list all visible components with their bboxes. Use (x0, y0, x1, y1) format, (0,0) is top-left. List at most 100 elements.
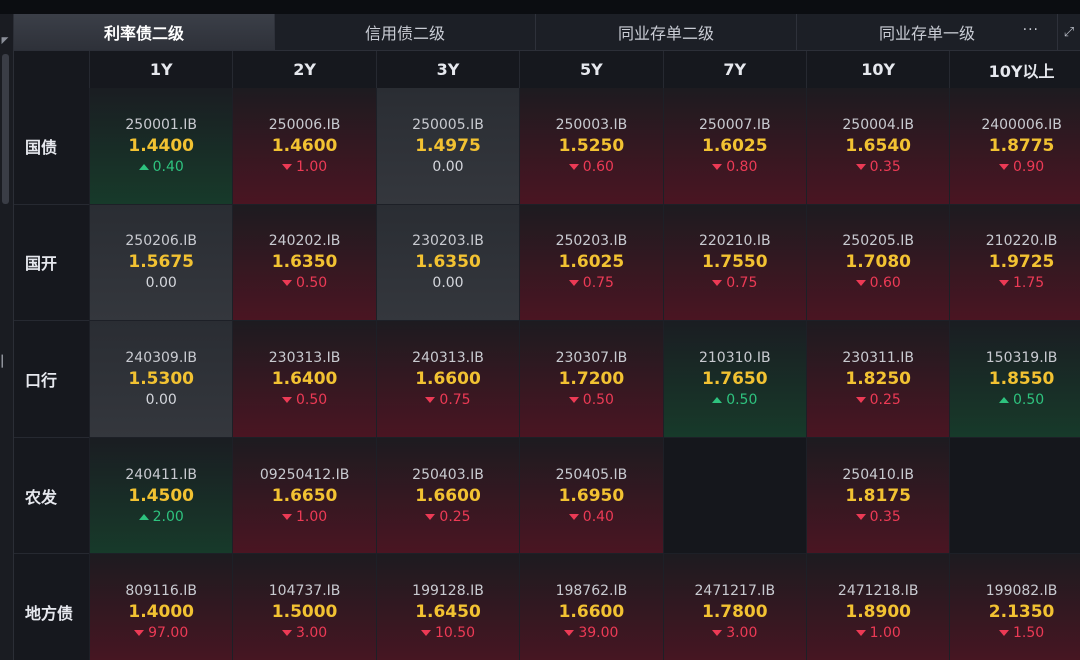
panel-handle-icon[interactable]: ▏ (0, 354, 12, 370)
change-value: 0.35 (855, 507, 901, 527)
change-text: 0.75 (582, 275, 614, 292)
quote-cell[interactable]: 230307.IB 1.7200 0.50 (519, 321, 663, 438)
bond-code: 230307.IB (555, 349, 628, 366)
quote-cell[interactable]: 210310.IB 1.7650 0.50 (662, 321, 806, 438)
change-text: 0.00 (432, 158, 464, 175)
yield-value: 1.4400 (128, 135, 194, 156)
quote-cell[interactable]: 250206.IB 1.5675 0.00 (89, 204, 233, 322)
empty-quote-cell (662, 437, 806, 555)
change-value: 0.25 (425, 507, 471, 527)
tab-ncd-primary[interactable]: 同业存单一级 ··· (797, 14, 1058, 50)
change-text: 0.60 (869, 275, 901, 292)
quote-cell[interactable]: 250001.IB 1.4400 0.40 (89, 88, 233, 205)
quote-cell[interactable]: 240202.IB 1.6350 0.50 (232, 204, 376, 322)
yield-value: 1.8900 (845, 602, 911, 623)
bond-type-label: 国开 (14, 204, 89, 322)
change-value: 3.00 (282, 623, 327, 643)
up-arrow-icon (138, 163, 149, 170)
quote-cell[interactable]: 2400006.IB 1.8775 0.90 (949, 88, 1080, 205)
bond-type-label: 国债 (14, 88, 89, 205)
quote-cell[interactable]: 210220.IB 1.9725 1.75 (949, 204, 1080, 322)
quote-cell[interactable]: 198762.IB 1.6600 39.00 (519, 554, 663, 660)
tenor-header[interactable]: 7Y (662, 51, 806, 88)
yield-value: 1.7800 (701, 602, 768, 623)
yield-value: 1.5000 (271, 602, 338, 623)
bond-code: 240309.IB (125, 349, 198, 366)
change-text: 1.50 (1013, 625, 1045, 642)
quote-cell[interactable]: 150319.IB 1.8550 0.50 (949, 321, 1080, 438)
tab-credit-bond-secondary[interactable]: 信用债二级 (275, 14, 536, 50)
quote-cell[interactable]: 250405.IB 1.6950 0.40 (519, 437, 663, 555)
tenor-header[interactable]: 5Y (519, 51, 662, 88)
tab-ncd-secondary[interactable]: 同业存单二级 (536, 14, 797, 50)
bond-code: 250007.IB (698, 116, 771, 133)
quote-cell[interactable]: 250205.IB 1.7080 0.60 (806, 204, 950, 322)
quote-cell[interactable]: 2471217.IB 1.7800 3.00 (662, 554, 806, 660)
down-arrow-icon (420, 630, 431, 637)
quote-cell[interactable]: 250203.IB 1.6025 0.75 (519, 204, 663, 322)
quote-cell[interactable]: 2471218.IB 1.8900 1.00 (806, 554, 950, 660)
change-text: 3.00 (726, 625, 758, 642)
quote-cell[interactable]: 250007.IB 1.6025 0.80 (662, 88, 806, 205)
yield-value: 1.7550 (701, 252, 768, 273)
quote-cell[interactable]: 250004.IB 1.6540 0.35 (806, 88, 950, 205)
yield-value: 1.6350 (271, 252, 338, 273)
quote-cell[interactable]: 230313.IB 1.6400 0.50 (232, 321, 376, 438)
change-value: 0.35 (855, 157, 901, 177)
quote-cell[interactable]: 240411.IB 1.4500 2.00 (89, 437, 233, 555)
quote-cell[interactable]: 240313.IB 1.6600 0.75 (375, 321, 520, 438)
quote-cell[interactable]: 240309.IB 1.5300 0.00 (89, 321, 233, 438)
change-value: 0.75 (425, 390, 471, 410)
bond-code: 220210.IB (698, 233, 771, 250)
bond-type-label: 口行 (14, 321, 89, 438)
collapse-corner-icon[interactable]: ◤ (0, 36, 10, 46)
quote-cell[interactable]: 250006.IB 1.4600 1.00 (232, 88, 376, 205)
vertical-scrollbar[interactable] (2, 54, 9, 204)
tenor-header[interactable]: 10Y以上 (949, 51, 1080, 88)
change-value: 0.75 (568, 273, 614, 293)
yield-value: 1.6600 (415, 485, 481, 506)
change-value: 0.40 (568, 507, 614, 527)
bond-code: 2471217.IB (694, 583, 776, 600)
quote-cell[interactable]: 220210.IB 1.7550 0.75 (662, 204, 806, 322)
change-text: 0.40 (582, 508, 614, 525)
down-arrow-icon (999, 630, 1009, 637)
yield-value: 1.7080 (845, 252, 911, 273)
change-text: 0.35 (869, 508, 901, 525)
yield-value: 1.5300 (128, 368, 194, 389)
more-icon[interactable]: ··· (1023, 22, 1039, 38)
tab-rate-bond-secondary[interactable]: 利率债二级 (14, 14, 275, 50)
tenor-header[interactable]: 3Y (375, 51, 519, 88)
change-value: 0.60 (568, 157, 614, 177)
tenor-header[interactable]: 10Y (806, 51, 949, 88)
quote-cell[interactable]: 250005.IB 1.4975 0.00 (375, 88, 520, 205)
quote-cell[interactable]: 230203.IB 1.6350 0.00 (375, 204, 520, 322)
quote-cell[interactable]: 199128.IB 1.6450 10.50 (375, 554, 520, 660)
quote-cell[interactable]: 250403.IB 1.6600 0.25 (375, 437, 520, 555)
expand-icon[interactable]: ⤢ (1058, 14, 1080, 50)
change-text: 0.50 (296, 275, 328, 292)
quote-cell[interactable]: 199082.IB 2.1350 1.50 (949, 554, 1080, 660)
quote-cell[interactable]: 809116.IB 1.4000 97.00 (89, 554, 233, 660)
yield-value: 1.6025 (701, 135, 768, 156)
bond-code: 210220.IB (985, 233, 1058, 250)
bond-code: 198762.IB (555, 583, 628, 600)
down-arrow-icon (282, 280, 292, 287)
quote-cell[interactable]: 250410.IB 1.8175 0.35 (806, 437, 950, 555)
change-text: 0.00 (145, 391, 177, 408)
change-value: 0.60 (855, 273, 901, 293)
yield-value: 1.6350 (415, 252, 481, 273)
change-text: 2.00 (152, 508, 184, 525)
quote-cell[interactable]: 104737.IB 1.5000 3.00 (232, 554, 376, 660)
tenor-header[interactable]: 2Y (232, 51, 375, 88)
bond-code: 2400006.IB (981, 116, 1062, 133)
bond-code: 210310.IB (698, 349, 771, 366)
quote-cell[interactable]: 250003.IB 1.5250 0.60 (519, 88, 663, 205)
tenor-header[interactable]: 1Y (89, 51, 232, 88)
quote-cell[interactable]: 09250412.IB 1.6650 1.00 (232, 437, 376, 555)
bond-type-label: 地方债 (14, 554, 89, 660)
down-arrow-icon (282, 163, 292, 170)
change-text: 0.75 (439, 391, 471, 408)
quote-cell[interactable]: 230311.IB 1.8250 0.25 (806, 321, 950, 438)
bond-code: 240313.IB (412, 349, 484, 366)
